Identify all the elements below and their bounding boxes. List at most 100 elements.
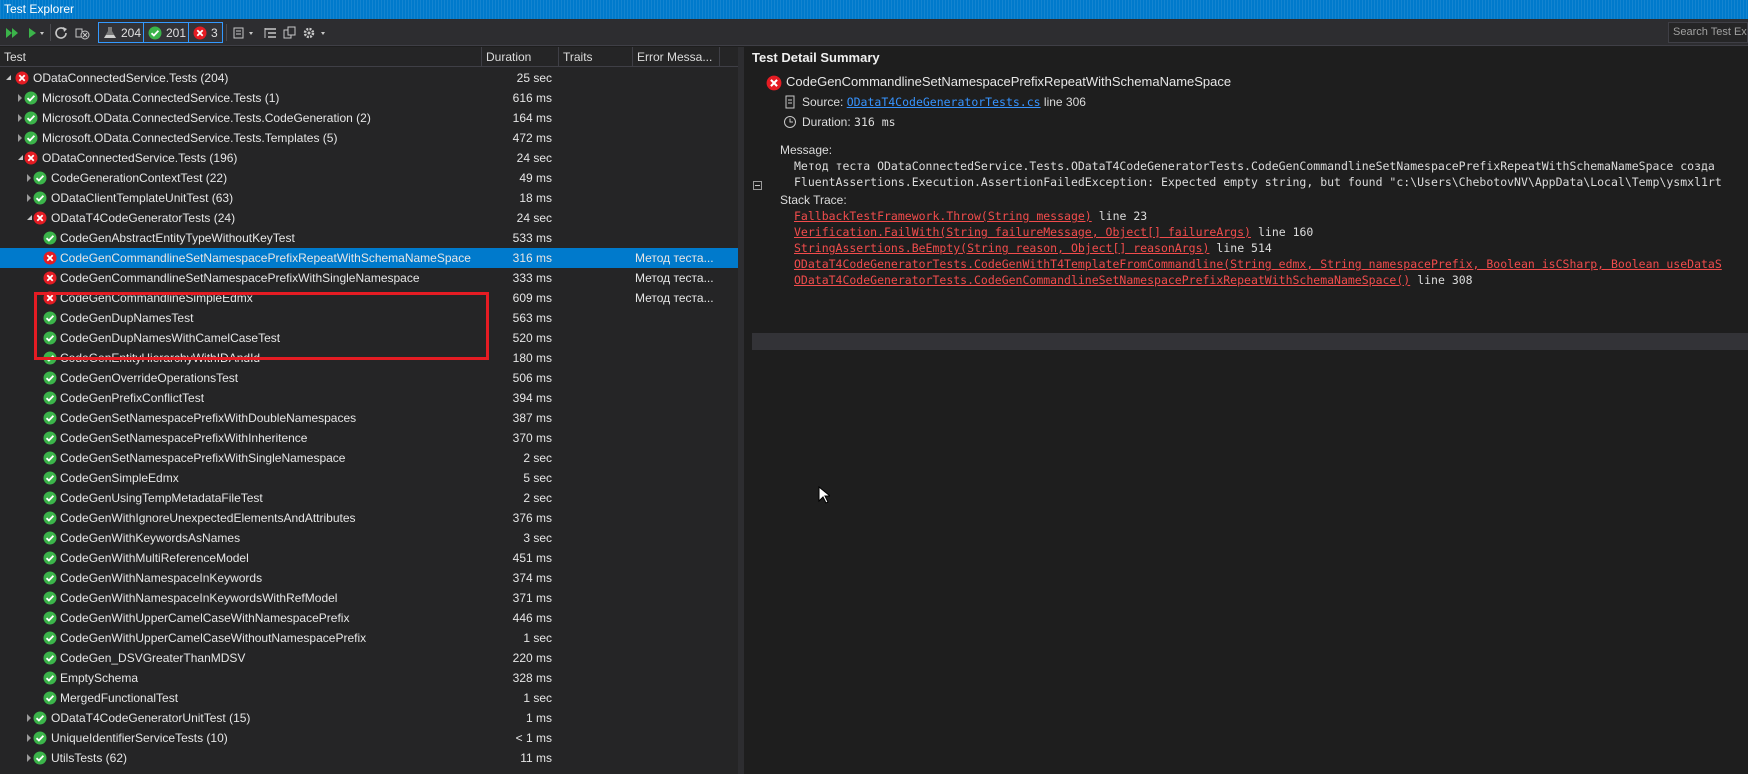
test-tree-row[interactable]: CodeGenSetNamespacePrefixWithInheritence…: [0, 428, 738, 448]
test-name: UniqueIdentifierServiceTests (10): [51, 731, 228, 745]
test-name: CodeGenDupNamesWithCamelCaseTest: [60, 331, 281, 345]
test-tree-row[interactable]: Microsoft.OData.ConnectedService.Tests (…: [0, 88, 738, 108]
expand-arrow-icon[interactable]: [27, 734, 31, 742]
stack-frame-line: line 23: [1098, 209, 1148, 223]
stack-frame-link[interactable]: ODataT4CodeGeneratorTests.CodeGenWithT4T…: [794, 257, 1722, 271]
source-file-link[interactable]: ODataT4CodeGeneratorTests.cs: [847, 95, 1041, 109]
test-tree-row[interactable]: Microsoft.OData.ConnectedService.Tests.C…: [0, 108, 738, 128]
test-tree-row[interactable]: ODataT4CodeGeneratorTests (24) 24 sec: [0, 208, 738, 228]
group-by-icon[interactable]: [262, 23, 280, 42]
stack-frame-link[interactable]: FallbackTestFramework.Throw(String messa…: [794, 209, 1092, 223]
cancel-icon[interactable]: [74, 23, 90, 42]
test-duration: 506 ms: [512, 371, 552, 385]
expand-arrow-icon[interactable]: [27, 194, 31, 202]
stack-frame-link[interactable]: Verification.FailWith(String failureMess…: [794, 225, 1251, 239]
test-tree-row[interactable]: ODataConnectedService.Tests (196) 24 sec: [0, 148, 738, 168]
expand-arrow-icon[interactable]: [27, 754, 31, 762]
test-tree-row[interactable]: CodeGenDupNamesTest 563 ms: [0, 308, 738, 328]
passed-tests-counter[interactable]: 201: [143, 22, 192, 43]
expand-arrow-icon[interactable]: [27, 714, 31, 722]
test-duration: 616 ms: [512, 91, 552, 105]
test-name: CodeGenWithKeywordsAsNames: [60, 531, 241, 545]
expand-arrow-icon[interactable]: [18, 94, 22, 102]
test-tree-row[interactable]: CodeGenEntityHierarchyWithIDAndId 180 ms: [0, 348, 738, 368]
test-tree-row[interactable]: CodeGenCommandlineSimpleEdmx 609 ms Метод …: [0, 288, 738, 308]
test-tree-row[interactable]: CodeGenAbstractEntityTypeWithoutKeyTest 5…: [0, 228, 738, 248]
collapse-arrow-icon[interactable]: [18, 155, 23, 160]
test-tree-row[interactable]: ODataConnectedService.Tests (204) 25 sec: [0, 68, 738, 88]
test-tree-row[interactable]: CodeGenPrefixConflictTest 394 ms: [0, 388, 738, 408]
run-all-icon[interactable]: [4, 23, 20, 42]
test-tree-row[interactable]: Microsoft.OData.ConnectedService.Tests.T…: [0, 128, 738, 148]
test-duration: 376 ms: [512, 511, 552, 525]
passed-icon: [33, 171, 47, 185]
column-error-message[interactable]: Error Messa...: [633, 47, 720, 67]
expand-arrow-icon[interactable]: [27, 174, 31, 182]
test-tree-row[interactable]: UniqueIdentifierServiceTests (10) < 1 ms: [0, 728, 738, 748]
stack-frame-link[interactable]: ODataT4CodeGeneratorTests.CodeGenCommand…: [794, 273, 1410, 287]
test-tree-row[interactable]: CodeGenCommandlineSetNamespacePrefixRepe…: [0, 248, 738, 268]
passed-icon: [33, 751, 47, 765]
test-tree-row[interactable]: CodeGenDupNamesWithCamelCaseTest 520 ms: [0, 328, 738, 348]
playlist-icon[interactable]: [232, 23, 258, 42]
passed-icon: [43, 371, 57, 385]
failed-icon: [24, 151, 38, 165]
test-tree-row[interactable]: CodeGenerationContextTest (22) 49 ms: [0, 168, 738, 188]
test-tree-row[interactable]: CodeGenWithNamespaceInKeywords 374 ms: [0, 568, 738, 588]
test-name: CodeGenWithUpperCamelCaseWithNamespacePr…: [60, 611, 350, 625]
stack-frame-link[interactable]: StringAssertions.BeEmpty(String reason, …: [794, 241, 1209, 255]
column-duration[interactable]: Duration: [482, 47, 559, 67]
test-duration: 328 ms: [512, 671, 552, 685]
search-input[interactable]: Search Test Explorer: [1668, 22, 1748, 43]
test-tree-row[interactable]: CodeGenSetNamespacePrefixWithDoubleNames…: [0, 408, 738, 428]
message-line-1: Метод теста ODataConnectedService.Tests.…: [794, 159, 1715, 173]
test-tree-row[interactable]: CodeGenCommandlineSetNamespacePrefixWith…: [0, 268, 738, 288]
failed-tests-counter[interactable]: 3: [188, 22, 223, 43]
test-tree-row[interactable]: CodeGenWithMultiReferenceModel 451 ms: [0, 548, 738, 568]
collapse-arrow-icon[interactable]: [27, 215, 32, 220]
column-test[interactable]: Test: [0, 47, 482, 67]
column-traits[interactable]: Traits: [559, 47, 633, 67]
source-line: line 306: [1043, 95, 1086, 109]
test-duration: 520 ms: [512, 331, 552, 345]
test-error-message: Метод теста...: [635, 291, 714, 305]
test-tree-row[interactable]: CodeGenSetNamespacePrefixWithSingleNames…: [0, 448, 738, 468]
test-tree-row[interactable]: ODataT4CodeGeneratorUnitTest (15) 1 ms: [0, 708, 738, 728]
passed-icon: [148, 26, 162, 39]
duration-value: 316 ms: [854, 115, 896, 129]
collapse-arrow-icon[interactable]: [6, 75, 11, 80]
source-label: Source:: [802, 95, 844, 109]
test-tree-row[interactable]: EmptySchema 328 ms: [0, 668, 738, 688]
column-headers: Test Duration Traits Error Messa...: [0, 47, 738, 67]
test-tree-row[interactable]: CodeGenOverrideOperationsTest 506 ms: [0, 368, 738, 388]
test-duration: 11 ms: [520, 751, 552, 765]
passed-icon: [33, 731, 47, 745]
run-icon[interactable]: [26, 23, 46, 42]
expand-arrow-icon[interactable]: [18, 134, 22, 142]
expand-arrow-icon[interactable]: [18, 114, 22, 122]
passed-icon: [43, 331, 57, 345]
collapse-stack-icon[interactable]: [753, 181, 762, 190]
test-tree-row[interactable]: CodeGenWithUpperCamelCaseWithoutNamespac…: [0, 628, 738, 648]
test-name: CodeGenDupNamesTest: [60, 311, 194, 325]
settings-gear-icon[interactable]: [302, 23, 330, 42]
test-tree-row[interactable]: CodeGenWithKeywordsAsNames 3 sec: [0, 528, 738, 548]
test-tree-row[interactable]: CodeGenWithNamespaceInKeywordsWithRefMod…: [0, 588, 738, 608]
test-tree-row[interactable]: CodeGenUsingTempMetadataFileTest 2 sec: [0, 488, 738, 508]
test-tree-row[interactable]: UtilsTests (62) 11 ms: [0, 748, 738, 768]
repeat-run-icon[interactable]: [54, 23, 70, 42]
passed-icon: [43, 471, 57, 485]
test-name: ODataConnectedService.Tests (204): [33, 71, 229, 85]
test-duration: 472 ms: [512, 131, 552, 145]
total-tests-counter[interactable]: 204: [98, 22, 147, 43]
test-duration: 1 ms: [525, 711, 552, 725]
test-tree-row[interactable]: CodeGenSimpleEdmx 5 sec: [0, 468, 738, 488]
test-tree-row[interactable]: CodeGenWithUpperCamelCaseWithNamespacePr…: [0, 608, 738, 628]
copy-icon[interactable]: [282, 23, 298, 42]
test-tree-row[interactable]: MergedFunctionalTest 1 sec: [0, 688, 738, 708]
test-tree-row[interactable]: ODataClientTemplateUnitTest (63) 18 ms: [0, 188, 738, 208]
test-tree-row[interactable]: CodeGen_DSVGreaterThanMDSV 220 ms: [0, 648, 738, 668]
passed-icon: [43, 691, 57, 705]
stack-frame-line: line 160: [1257, 225, 1314, 239]
test-tree-row[interactable]: CodeGenWithIgnoreUnexpectedElementsAndAt…: [0, 508, 738, 528]
